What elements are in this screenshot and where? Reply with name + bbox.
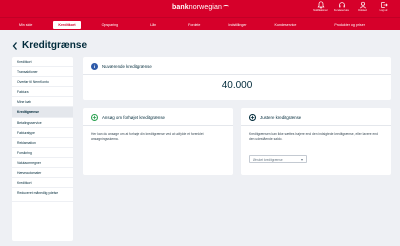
- divider: [241, 125, 391, 126]
- nav-item-laan[interactable]: Lån: [147, 21, 159, 29]
- notifications-icon: [317, 1, 324, 9]
- nav-item-kreditkort[interactable]: Kreditkort: [53, 21, 81, 29]
- customer-service-icon: [338, 2, 345, 8]
- sidebar-item[interactable]: Kreditgrænse: [12, 107, 73, 118]
- nav-item-produkter-og-priser[interactable]: Produkter og priser: [331, 21, 368, 29]
- nav-item-min-side[interactable]: Min side: [16, 21, 35, 29]
- adjust-icon: [249, 114, 256, 121]
- nav-item-indstillinger[interactable]: Indstillinger: [225, 21, 249, 29]
- card-header: Nuværende kreditgrænse: [91, 63, 152, 70]
- notifications-label: Notifikationer: [313, 9, 328, 12]
- card-header: Ansøg om forhøjet kreditgrænse: [91, 114, 165, 121]
- nav-item-kundeservice[interactable]: Kundeservice: [272, 21, 300, 29]
- apply-increase-card[interactable]: Ansøg om forhøjet kreditgrænse Her kan d…: [83, 108, 233, 175]
- nav-items: Min side Kreditkort Opsparing Lån Fordel…: [16, 21, 368, 29]
- bank-norwegian-logo[interactable]: banknorwegian: [172, 4, 229, 14]
- sidebar-item[interactable]: Kreditkort: [12, 178, 73, 189]
- logo-bold-text: bank: [172, 4, 189, 11]
- back-chevron-icon[interactable]: [12, 41, 18, 51]
- info-icon: [91, 63, 98, 70]
- sidebar-menu: Kreditkort Transaktioner Overfør til NemKo…: [12, 57, 73, 241]
- profile-icon: [359, 1, 366, 9]
- adjust-credit-limit-card: Justere kreditgrænse Kreditgrænsen kan i…: [241, 108, 391, 175]
- nav-item-fordele[interactable]: Fordele: [185, 21, 203, 29]
- select-value: Ønsket kreditgrænse: [253, 157, 283, 162]
- main-navigation: Min side Kreditkort Opsparing Lån Fordel…: [0, 17, 400, 30]
- profile-label: Dokked: [358, 9, 367, 12]
- sidebar-item[interactable]: Transaktioner: [12, 67, 73, 78]
- desired-credit-limit-select[interactable]: Ønsket kreditgrænse: [249, 155, 307, 163]
- card-description: Kreditgrænsen kan ikke sættes højere end…: [249, 132, 379, 141]
- card-header: Justere kreditgrænse: [249, 114, 301, 121]
- sidebar-item[interactable]: Reduceret månedlig ydelse: [12, 188, 73, 203]
- card-description: Her kan du ansøge om at forhøje din kred…: [91, 132, 204, 141]
- sidebar-item[interactable]: Betalingsservice: [12, 118, 73, 128]
- divider: [83, 74, 391, 75]
- profile-button[interactable]: Dokked: [354, 1, 371, 16]
- card-title[interactable]: Ansøg om forhøjet kreditgrænse: [102, 115, 165, 120]
- sidebar-item[interactable]: Overfør til NemKonto: [12, 77, 73, 88]
- current-credit-limit-card: Nuværende kreditgrænse 40.000: [83, 57, 391, 100]
- page-title: Kreditgrænse: [22, 40, 88, 51]
- sidebar-item[interactable]: Forsikring: [12, 148, 73, 158]
- credit-limit-amount: 40.000: [221, 80, 253, 91]
- logout-button[interactable]: Log ud: [375, 1, 392, 16]
- sidebar-item[interactable]: Kreditkort: [12, 57, 73, 68]
- top-bar: banknorwegian Notifikationer Kundeservic…: [0, 0, 400, 17]
- page-header: Kreditgrænse: [12, 40, 87, 51]
- logout-icon: [380, 2, 388, 8]
- sidebar-item[interactable]: Reklamation: [12, 138, 73, 148]
- customer-service-label: Kundeservice: [333, 9, 350, 12]
- chevron-down-icon: [301, 158, 303, 161]
- card-title: Nuværende kreditgrænse: [102, 64, 152, 69]
- customer-service-button[interactable]: Kundeservice: [333, 1, 350, 16]
- sidebar-item[interactable]: Fakturatype: [12, 128, 73, 138]
- sidebar-item[interactable]: Hæveautomater: [12, 168, 73, 179]
- sidebar-item[interactable]: Valutaomregner: [12, 158, 73, 169]
- notifications-button[interactable]: Notifikationer: [312, 1, 329, 16]
- divider: [83, 125, 233, 126]
- sidebar-item[interactable]: Mine køb: [12, 97, 73, 108]
- logo-rest-text: norwegian: [188, 4, 222, 11]
- logout-label: Log ud: [379, 9, 388, 12]
- card-title: Justere kreditgrænse: [260, 115, 302, 120]
- logo-airplane-mark: [222, 5, 229, 8]
- sidebar-item[interactable]: Faktura: [12, 87, 73, 98]
- plus-icon: [91, 114, 98, 121]
- header-actions: Notifikationer Kundeservice Dokked Log u…: [312, 1, 392, 16]
- nav-item-opsparing[interactable]: Opsparing: [99, 21, 122, 29]
